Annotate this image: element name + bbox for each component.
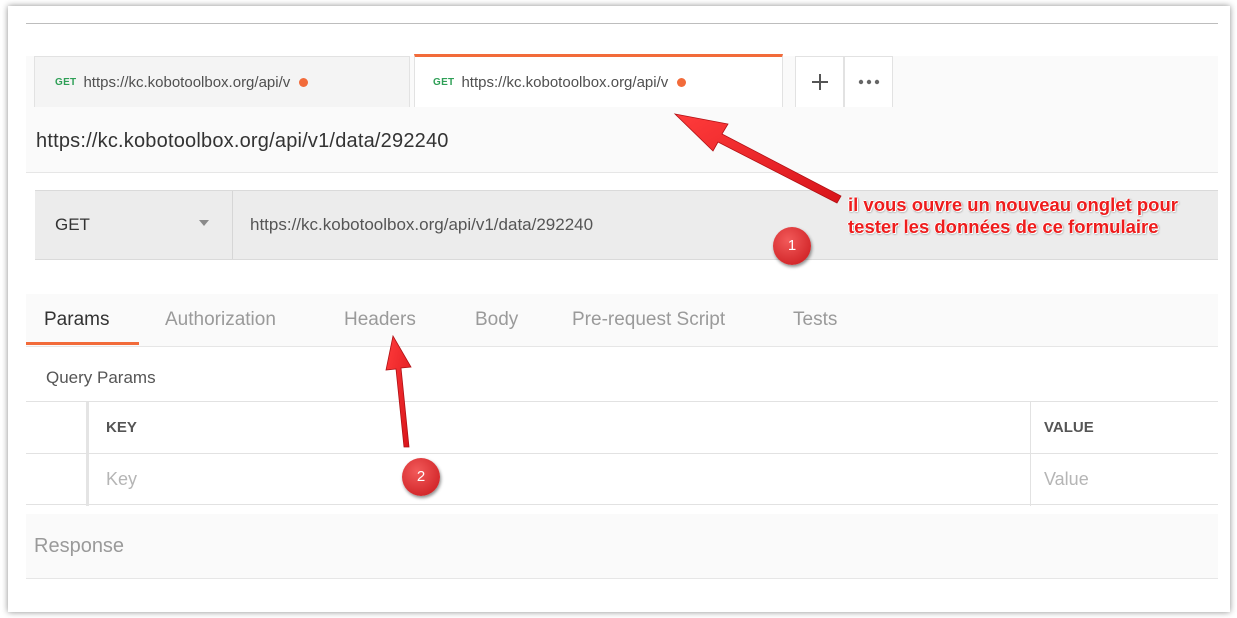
request-tab-bar: GET https://kc.kobotoolbox.org/api/v GET… [26,54,1218,109]
plus-icon [811,74,828,90]
annotation-callout: il vous ouvre un nouveau onglet pour tes… [848,194,1178,237]
unsaved-dot-icon [677,77,687,87]
request-title[interactable]: https://kc.kobotoolbox.org/api/v1/data/2… [36,130,449,153]
request-tab-1[interactable]: GET https://kc.kobotoolbox.org/api/v [34,56,410,107]
active-tab-indicator [26,342,139,345]
url-input[interactable]: https://kc.kobotoolbox.org/api/v1/data/2… [250,215,593,235]
tab-url-label: https://kc.kobotoolbox.org/api/v [461,73,669,91]
tab-method-badge: GET [433,76,455,88]
query-params-heading: Query Params [46,368,156,387]
value-input[interactable]: Value [1044,469,1089,490]
column-divider [1030,402,1031,454]
value-column-header: VALUE [1044,419,1094,436]
tab-params[interactable]: Params [44,309,109,331]
screenshot-frame: GET https://kc.kobotoolbox.org/api/v GET… [8,6,1230,612]
key-input[interactable]: Key [106,469,137,490]
tab-pre-request-script[interactable]: Pre-request Script [572,309,725,331]
row-handle-column [26,402,89,454]
tab-tests[interactable]: Tests [793,309,837,331]
response-section: Response [26,514,1218,579]
request-name-bar: https://kc.kobotoolbox.org/api/v1/data/2… [26,108,1218,173]
caret-down-icon [199,220,209,226]
tab-authorization[interactable]: Authorization [165,309,276,331]
request-section-tabs: Params Authorization Headers Body Pre-re… [26,294,1218,347]
new-tab-button[interactable] [795,56,844,107]
top-divider [26,23,1218,24]
query-params-table: KEY VALUE Key Value [26,401,1218,506]
step-2-badge: 2 [402,458,440,496]
column-divider [1030,454,1031,506]
tab-body[interactable]: Body [475,309,518,331]
method-dropdown[interactable]: GET [35,191,233,259]
tab-headers[interactable]: Headers [344,309,416,331]
method-label: GET [55,215,90,234]
tab-options-button[interactable] [844,56,893,107]
key-column-header: KEY [106,419,137,436]
tab-url-label: https://kc.kobotoolbox.org/api/v [83,73,291,91]
unsaved-dot-icon [299,77,309,87]
ellipsis-icon [858,79,879,85]
table-row: Key Value [26,453,1218,506]
table-header-row: KEY VALUE [26,401,1218,454]
row-handle [26,454,89,506]
response-heading: Response [34,535,125,557]
step-1-badge: 1 [773,227,811,265]
request-tab-2[interactable]: GET https://kc.kobotoolbox.org/api/v [414,54,783,107]
tab-method-badge: GET [55,76,77,88]
